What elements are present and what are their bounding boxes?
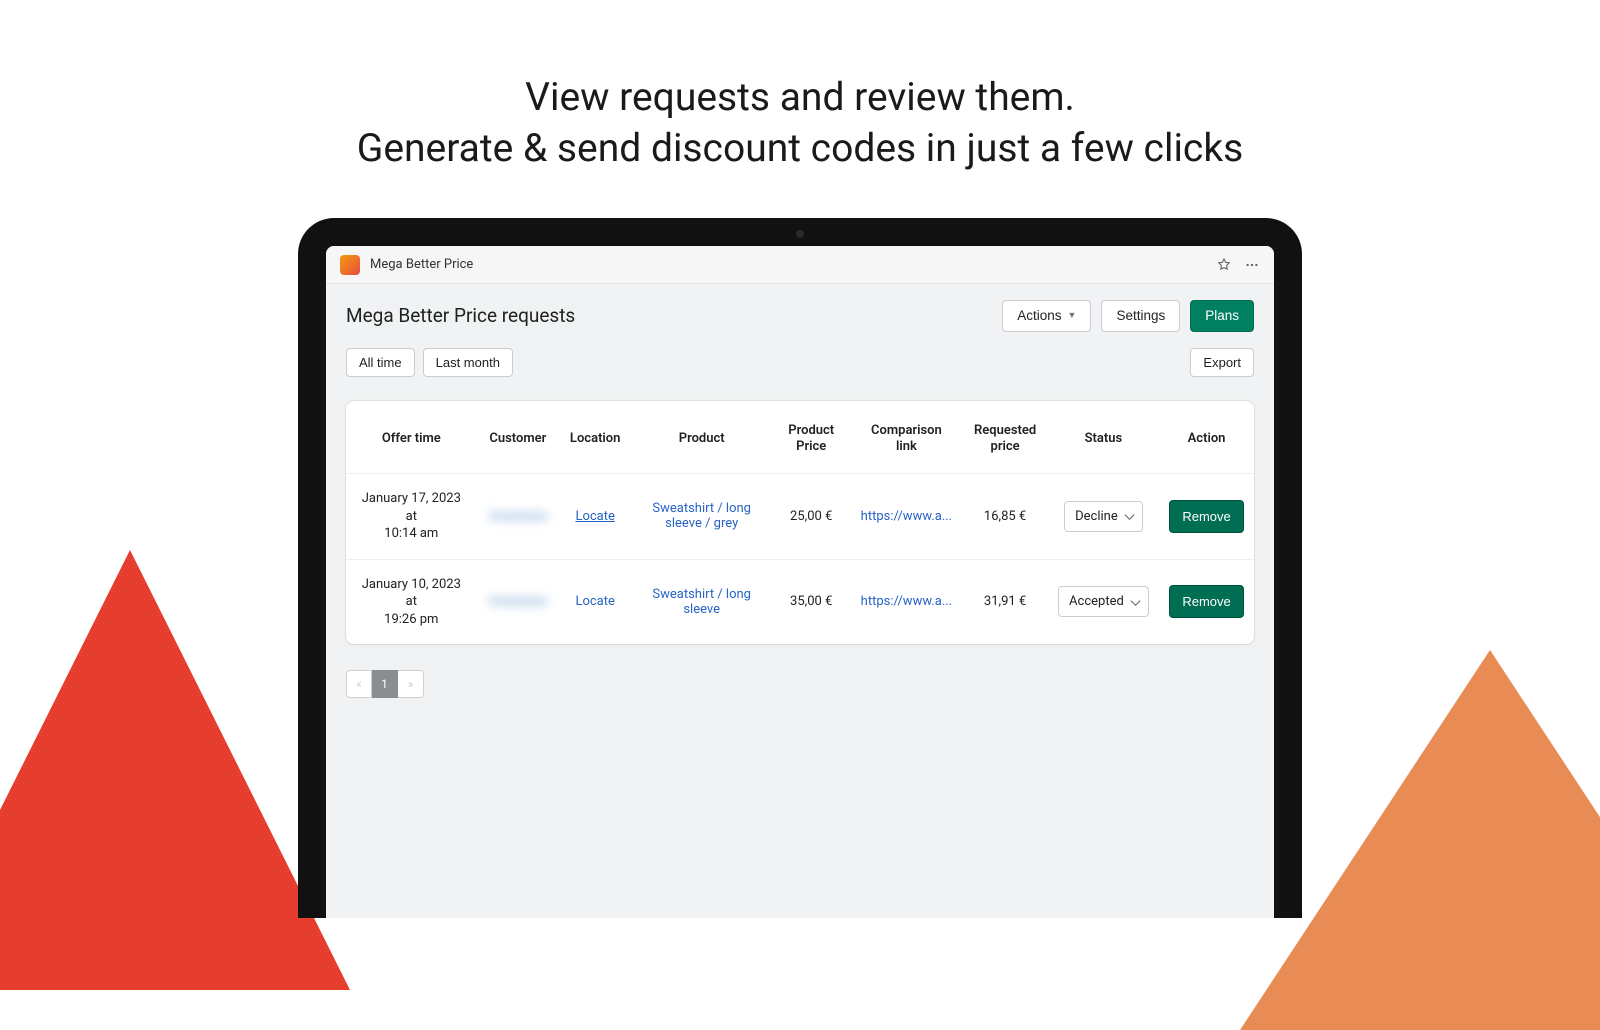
col-comparison-link: Comparison link	[850, 401, 962, 474]
filter-row: All time Last month Export	[326, 348, 1274, 391]
comparison-link[interactable]: https://www.a...	[861, 509, 952, 524]
plans-button[interactable]: Plans	[1190, 300, 1254, 332]
cell-status: Accepted	[1048, 559, 1159, 644]
page-header: Mega Better Price requests Actions ▼ Set…	[326, 284, 1274, 348]
cell-location[interactable]: Locate	[559, 474, 631, 560]
filter-last-month[interactable]: Last month	[423, 348, 513, 377]
chevron-down-icon: ▼	[1068, 311, 1077, 320]
cell-action: Remove	[1159, 559, 1254, 644]
cell-comparison-link[interactable]: https://www.a...	[850, 474, 962, 560]
hero-headline: View requests and review them. Generate …	[0, 0, 1600, 173]
locate-link[interactable]: Locate	[575, 509, 614, 524]
actions-dropdown[interactable]: Actions ▼	[1002, 300, 1091, 332]
cell-offer-time: January 17, 2023 at 10:14 am	[346, 474, 477, 560]
remove-button[interactable]: Remove	[1169, 585, 1243, 618]
export-button[interactable]: Export	[1190, 348, 1254, 377]
col-offer-time: Offer time	[346, 401, 477, 474]
cell-comparison-link[interactable]: https://www.a...	[850, 559, 962, 644]
requests-table: Offer time Customer Location Product Pro…	[346, 401, 1254, 645]
more-icon[interactable]	[1244, 257, 1260, 273]
cell-requested-price: 31,91 €	[962, 559, 1047, 644]
remove-button[interactable]: Remove	[1169, 500, 1243, 533]
pagination: « 1 »	[326, 660, 1274, 722]
col-product: Product	[631, 401, 772, 474]
cell-product-price: 25,00 €	[772, 474, 850, 560]
hero-line-2: Generate & send discount codes in just a…	[0, 123, 1600, 174]
cell-status: Decline	[1048, 474, 1159, 560]
product-link[interactable]: Sweatshirt / long sleeve / grey	[652, 501, 751, 531]
camera-dot	[796, 230, 804, 238]
pin-icon[interactable]	[1216, 257, 1232, 273]
col-location: Location	[559, 401, 631, 474]
pagination-page-1[interactable]: 1	[372, 670, 398, 698]
col-customer: Customer	[477, 401, 559, 474]
cell-location[interactable]: Locate	[559, 559, 631, 644]
status-select[interactable]: Decline	[1064, 501, 1143, 532]
app-name: Mega Better Price	[370, 257, 473, 272]
cell-product[interactable]: Sweatshirt / long sleeve / grey	[631, 474, 772, 560]
cell-action: Remove	[1159, 474, 1254, 560]
col-product-price: Product Price	[772, 401, 850, 474]
product-link[interactable]: Sweatshirt / long sleeve	[652, 587, 751, 617]
status-select[interactable]: Accepted	[1058, 586, 1149, 617]
table-row: January 17, 2023 at 10:14 am Anastasia L…	[346, 474, 1254, 560]
col-action: Action	[1159, 401, 1254, 474]
filter-all-time[interactable]: All time	[346, 348, 415, 377]
actions-label: Actions	[1017, 309, 1061, 323]
cell-product-price: 35,00 €	[772, 559, 850, 644]
hero-line-1: View requests and review them.	[0, 72, 1600, 123]
pagination-prev[interactable]: «	[346, 670, 372, 698]
cell-customer: Anastasia	[477, 474, 559, 560]
app-bar: Mega Better Price	[326, 246, 1274, 284]
cell-offer-time: January 10, 2023 at 19:26 pm	[346, 559, 477, 644]
cell-customer: Anastasia	[477, 559, 559, 644]
requests-table-card: Offer time Customer Location Product Pro…	[346, 401, 1254, 645]
cell-requested-price: 16,85 €	[962, 474, 1047, 560]
table-row: January 10, 2023 at 19:26 pm Anastasia L…	[346, 559, 1254, 644]
settings-button[interactable]: Settings	[1101, 300, 1180, 332]
header-actions: Actions ▼ Settings Plans	[1002, 300, 1254, 332]
col-requested-price: Requested price	[962, 401, 1047, 474]
comparison-link[interactable]: https://www.a...	[861, 594, 952, 609]
app-icon	[340, 255, 360, 275]
col-status: Status	[1048, 401, 1159, 474]
pagination-next[interactable]: »	[398, 670, 424, 698]
laptop-frame: Mega Better Price Mega Better Price requ…	[298, 218, 1302, 918]
cell-product[interactable]: Sweatshirt / long sleeve	[631, 559, 772, 644]
page-title: Mega Better Price requests	[346, 304, 575, 327]
screen: Mega Better Price Mega Better Price requ…	[326, 246, 1274, 918]
locate-link[interactable]: Locate	[575, 594, 614, 609]
